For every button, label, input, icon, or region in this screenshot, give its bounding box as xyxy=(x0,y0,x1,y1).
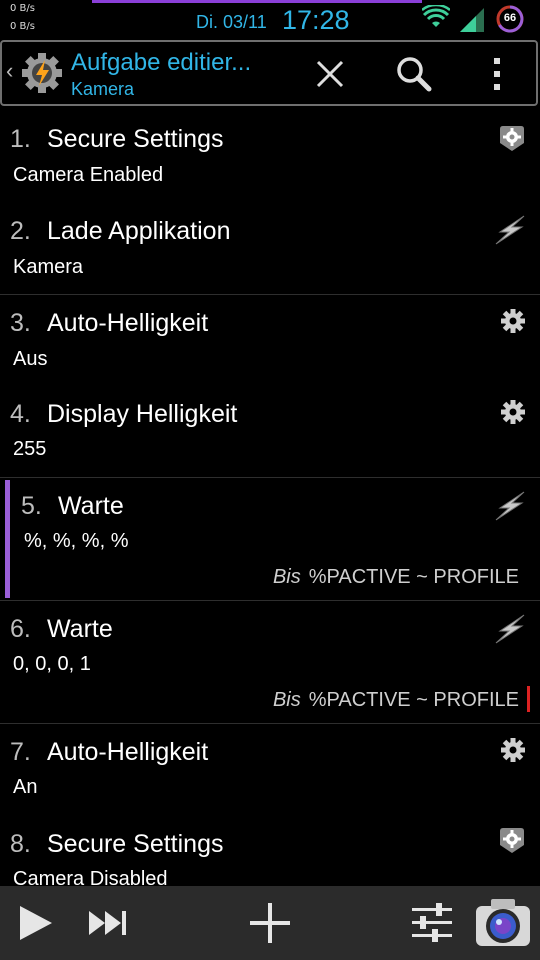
battery-level: 66 xyxy=(503,12,517,24)
gear-icon xyxy=(501,738,525,762)
action-item-8[interactable]: 8. Secure Settings Camera Disabled xyxy=(0,816,540,886)
condition-label: Bis xyxy=(272,689,301,711)
page-subtitle: Kamera xyxy=(71,79,135,99)
action-item-3[interactable]: 3. Auto-Helligkeit Aus xyxy=(0,295,540,386)
gear-icon xyxy=(501,400,525,424)
action-number: 8. xyxy=(10,830,31,858)
action-detail: 255 xyxy=(13,438,47,460)
action-item-7[interactable]: 7. Auto-Helligkeit An xyxy=(0,724,540,815)
action-condition: Bis %PACTIVE ~ PROFILE xyxy=(273,566,519,589)
bottom-toolbar xyxy=(0,886,540,960)
action-detail: Camera Enabled xyxy=(13,164,164,186)
action-title: Warte xyxy=(47,615,113,643)
net-speed-down: 0 B/s xyxy=(10,21,35,32)
condition-value: %PACTIVE ~ PROFILE xyxy=(308,566,519,588)
action-title: Warte xyxy=(58,492,124,520)
action-item-4[interactable]: 4. Display Helligkeit 255 xyxy=(0,386,540,477)
plugin-gear-icon xyxy=(500,126,524,151)
action-title: Display Helligkeit xyxy=(47,400,238,428)
plugin-gear-icon xyxy=(500,828,524,853)
error-marker xyxy=(527,686,530,712)
action-title: Auto-Helligkeit xyxy=(47,738,209,766)
condition-label: Bis xyxy=(272,566,301,588)
action-item-2[interactable]: 2. Lade Applikation Kamera xyxy=(0,200,540,294)
status-bar: 0 B/s 0 B/s Di. 03/11 17:28 66 xyxy=(0,0,540,38)
action-title: Secure Settings xyxy=(47,830,224,858)
action-detail: Kamera xyxy=(13,256,84,278)
action-list[interactable]: 1. Secure Settings Camera Enabled 2. Lad… xyxy=(0,108,540,886)
add-icon[interactable] xyxy=(248,901,292,945)
bolt-icon xyxy=(495,215,525,245)
action-number: 6. xyxy=(10,615,31,643)
action-detail: %, %, %, % xyxy=(24,530,129,552)
action-detail: Aus xyxy=(13,348,48,370)
skip-next-icon[interactable] xyxy=(88,910,128,936)
action-item-6[interactable]: 6. Warte 0, 0, 0, 1 Bis %PACTIVE ~ PROFIL… xyxy=(0,601,540,723)
status-clock: 17:28 xyxy=(282,5,350,35)
action-number: 1. xyxy=(10,125,31,153)
action-condition: Bis %PACTIVE ~ PROFILE xyxy=(273,689,519,712)
action-number: 7. xyxy=(10,738,31,766)
condition-value: %PACTIVE ~ PROFILE xyxy=(308,689,519,711)
sliders-icon[interactable] xyxy=(410,902,454,944)
action-detail: An xyxy=(13,776,38,798)
battery-icon: 66 xyxy=(495,4,525,34)
action-detail: 0, 0, 0, 1 xyxy=(13,653,91,675)
signal-icon xyxy=(460,8,484,32)
action-number: 5. xyxy=(21,492,42,520)
gear-icon xyxy=(501,309,525,333)
play-icon[interactable] xyxy=(16,904,54,942)
status-date: Di. 03/11 xyxy=(196,12,267,32)
action-item-1[interactable]: 1. Secure Settings Camera Enabled xyxy=(0,108,540,200)
action-title: Secure Settings xyxy=(47,125,224,153)
wifi-icon xyxy=(422,5,450,27)
bolt-icon xyxy=(495,614,525,644)
status-progress-line xyxy=(92,0,422,3)
page-title: Aufgabe editier... xyxy=(71,49,252,76)
back-chevron-icon[interactable]: ‹ xyxy=(6,58,13,84)
tasker-app-icon[interactable] xyxy=(21,52,63,94)
overflow-menu-icon[interactable] xyxy=(476,52,520,96)
net-speed-up: 0 B/s xyxy=(10,3,35,14)
bolt-icon xyxy=(495,491,525,521)
close-icon[interactable] xyxy=(308,52,352,96)
search-icon[interactable] xyxy=(392,52,436,96)
action-detail: Camera Disabled xyxy=(13,868,168,886)
action-number: 3. xyxy=(10,309,31,337)
action-item-5[interactable]: 5. Warte %, %, %, % Bis %PACTIVE ~ PROFIL… xyxy=(0,478,540,600)
action-title: Auto-Helligkeit xyxy=(47,309,209,337)
action-number: 4. xyxy=(10,400,31,428)
camera-icon[interactable] xyxy=(474,896,532,950)
action-number: 2. xyxy=(10,217,31,245)
action-title: Lade Applikation xyxy=(47,217,231,245)
